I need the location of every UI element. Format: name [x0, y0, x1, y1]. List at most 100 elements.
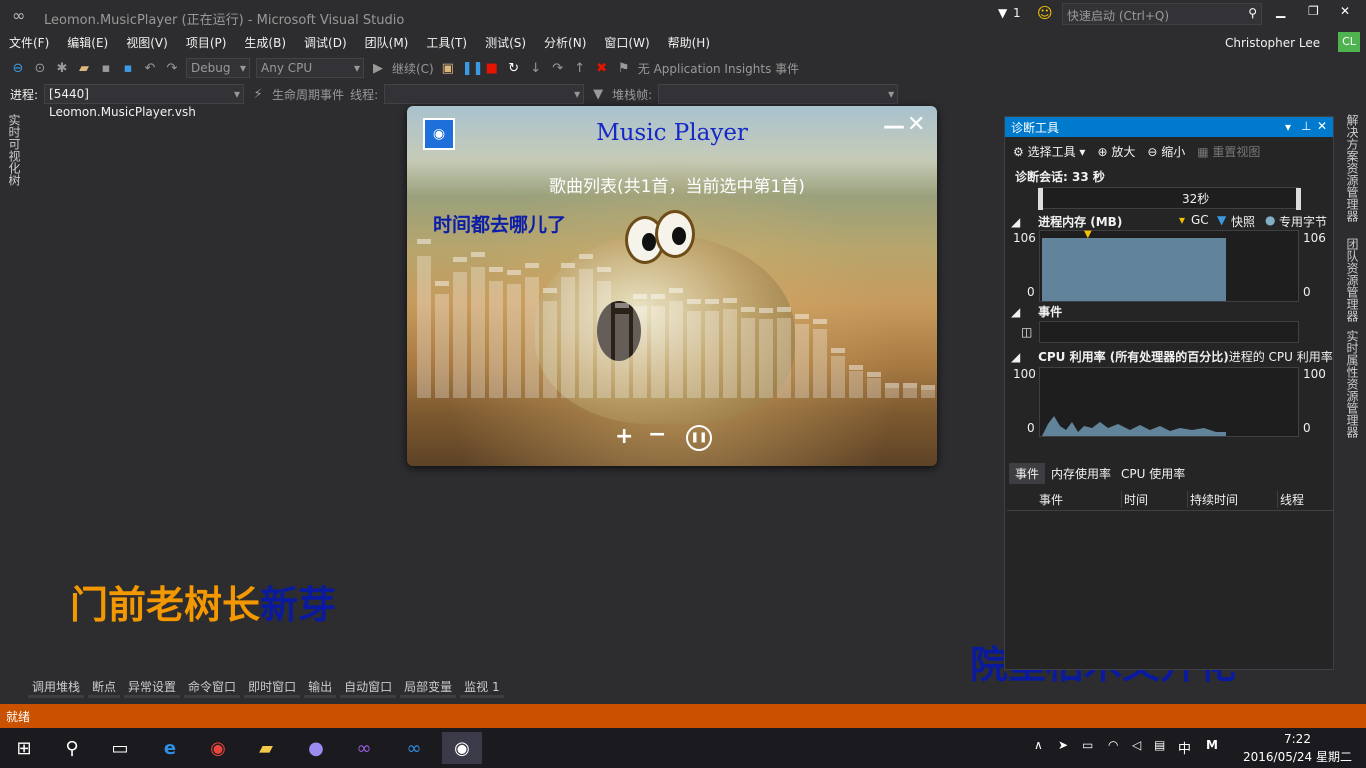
quick-launch-box[interactable]: 快速启动 (Ctrl+Q) ⚲	[1062, 3, 1262, 25]
zoom-out-button[interactable]: ⊖ 缩小	[1147, 143, 1185, 160]
vs-code-icon[interactable]: ∞	[394, 732, 434, 764]
filter-icon[interactable]: ▼	[590, 87, 606, 102]
attach-icon[interactable]: ▣	[440, 61, 456, 76]
minimize-button[interactable]: ▁	[1276, 4, 1285, 18]
github-icon[interactable]: ●	[296, 732, 336, 764]
close-icon[interactable]: ✕	[1317, 119, 1327, 133]
stop-icon[interactable]: ■	[484, 61, 500, 76]
timeline-left-handle[interactable]	[1038, 188, 1043, 210]
menu-project[interactable]: 项目(P)	[177, 32, 236, 53]
timeline-ruler[interactable]: 32秒	[1038, 187, 1301, 210]
menu-build[interactable]: 生成(B)	[235, 32, 295, 53]
continue-icon[interactable]: ▶	[370, 61, 386, 76]
lifecycle-events[interactable]: 生命周期事件	[272, 86, 344, 103]
clock-date[interactable]: 2016/05/24 星期二	[1243, 748, 1352, 765]
tab-exception-settings[interactable]: 异常设置	[124, 676, 181, 698]
zoom-in-button[interactable]: ⊕ 放大	[1097, 143, 1135, 160]
new-project-icon[interactable]: ✱	[54, 61, 70, 76]
config-select[interactable]: Debug	[186, 58, 250, 78]
menu-team[interactable]: 团队(M)	[356, 32, 418, 53]
col-duration[interactable]: 持续时间	[1187, 491, 1238, 508]
action-center-icon[interactable]: ▤	[1154, 738, 1165, 752]
tab-autos[interactable]: 自动窗口	[340, 676, 397, 698]
tab-command-window[interactable]: 命令窗口	[184, 676, 241, 698]
dropdown-icon[interactable]: ▾	[1285, 120, 1291, 134]
breakpoints-icon[interactable]: ✖	[594, 61, 610, 76]
save-all-icon[interactable]: ▪	[120, 61, 136, 76]
step-over-icon[interactable]: ↷	[550, 61, 566, 76]
insights-icon[interactable]: ⚑	[616, 61, 632, 76]
collapse-icon[interactable]: ◢	[1011, 215, 1020, 229]
live-visual-tree-tab[interactable]: 实时可视化树	[6, 114, 23, 186]
battery-icon[interactable]: ▭	[1082, 738, 1093, 752]
tab-output[interactable]: 输出	[304, 676, 337, 698]
col-event[interactable]: 事件	[1039, 491, 1063, 508]
pause-events-icon[interactable]: ◫	[1021, 325, 1032, 339]
restart-icon[interactable]: ↻	[506, 61, 522, 76]
tab-immediate-window[interactable]: 即时窗口	[244, 676, 301, 698]
tab-locals[interactable]: 局部变量	[400, 676, 457, 698]
back-icon[interactable]: ⊖	[10, 61, 26, 76]
platform-select[interactable]: Any CPU	[256, 58, 364, 78]
ime-indicator[interactable]: 中	[1178, 738, 1191, 757]
send-icon[interactable]: ➤	[1058, 738, 1068, 752]
solution-explorer-tab[interactable]: 解决方案资源管理器	[1344, 114, 1361, 230]
tab-breakpoints[interactable]: 断点	[88, 676, 121, 698]
restore-button[interactable]: ❐	[1308, 4, 1319, 18]
menu-analyze[interactable]: 分析(N)	[535, 32, 595, 53]
ime-mode-icon[interactable]: M	[1206, 738, 1218, 752]
timeline-right-handle[interactable]	[1296, 188, 1301, 210]
music-player-taskbar-icon[interactable]: ◉	[442, 732, 482, 764]
tab-events[interactable]: 事件	[1009, 463, 1046, 484]
tab-call-stack[interactable]: 调用堆栈	[28, 676, 85, 698]
menu-help[interactable]: 帮助(H)	[659, 32, 719, 53]
minimize-button[interactable]: —	[883, 114, 905, 139]
step-out-icon[interactable]: ↑	[572, 61, 588, 76]
menu-file[interactable]: 文件(F)	[0, 32, 58, 53]
forward-icon[interactable]: ⊙	[32, 61, 48, 76]
chrome-icon[interactable]: ◉	[198, 732, 238, 764]
menu-window[interactable]: 窗口(W)	[595, 32, 658, 53]
step-into-icon[interactable]: ↓	[528, 61, 544, 76]
user-name[interactable]: Christopher Lee	[1225, 36, 1320, 50]
visual-studio-icon[interactable]: ∞	[344, 732, 384, 764]
collapse-icon[interactable]: ◢	[1011, 350, 1020, 364]
continue-button[interactable]: 继续(C)	[392, 60, 434, 77]
tab-watch-1[interactable]: 监视 1	[460, 676, 504, 698]
pause-icon[interactable]: ❚❚	[462, 61, 484, 76]
collapse-icon[interactable]: ◢	[1011, 305, 1020, 319]
open-file-icon[interactable]: ▰	[76, 61, 92, 76]
start-button[interactable]: ⊞	[4, 732, 44, 764]
clock-time[interactable]: 7:22	[1284, 732, 1311, 746]
col-thread[interactable]: 线程	[1277, 491, 1304, 508]
menu-view[interactable]: 视图(V)	[117, 32, 177, 53]
tab-memory-usage[interactable]: 内存使用率	[1047, 463, 1115, 484]
search-icon[interactable]: ⚲	[1248, 6, 1257, 20]
live-property-explorer-tab[interactable]: 实时属性资源管理器	[1344, 330, 1361, 446]
undo-icon[interactable]: ↶	[142, 61, 158, 76]
save-icon[interactable]: ▪	[98, 61, 114, 76]
user-avatar[interactable]: CL	[1338, 32, 1360, 52]
stackframe-select[interactable]	[658, 84, 899, 104]
file-explorer-icon[interactable]: ▰	[246, 732, 286, 764]
tab-cpu-usage[interactable]: CPU 使用率	[1117, 463, 1189, 484]
feedback-smiley-icon[interactable]: ☺	[1037, 4, 1053, 22]
select-tools-button[interactable]: ⚙ 选择工具 ▾	[1013, 143, 1085, 160]
redo-icon[interactable]: ↷	[164, 61, 180, 76]
close-button[interactable]: ✕	[907, 112, 925, 137]
menu-edit[interactable]: 编辑(E)	[58, 32, 117, 53]
volume-down-button[interactable]: −	[648, 422, 666, 447]
col-time[interactable]: 时间	[1121, 491, 1148, 508]
edge-browser-icon[interactable]: e	[150, 732, 190, 764]
show-hidden-icons[interactable]: ∧	[1034, 738, 1043, 752]
insights-label[interactable]: 无 Application Insights 事件	[638, 60, 799, 77]
close-button[interactable]: ✕	[1340, 4, 1350, 18]
pause-button[interactable]: ❚❚	[686, 425, 712, 451]
volume-up-button[interactable]: +	[615, 424, 633, 449]
menu-test[interactable]: 测试(S)	[476, 32, 535, 53]
search-icon[interactable]: ⚲	[52, 732, 92, 764]
task-view-icon[interactable]: ▭	[100, 732, 140, 764]
reset-view-button[interactable]: ▦ 重置视图	[1197, 143, 1260, 160]
filter-icon[interactable]: ▼	[998, 6, 1007, 20]
menu-debug[interactable]: 调试(D)	[295, 32, 356, 53]
